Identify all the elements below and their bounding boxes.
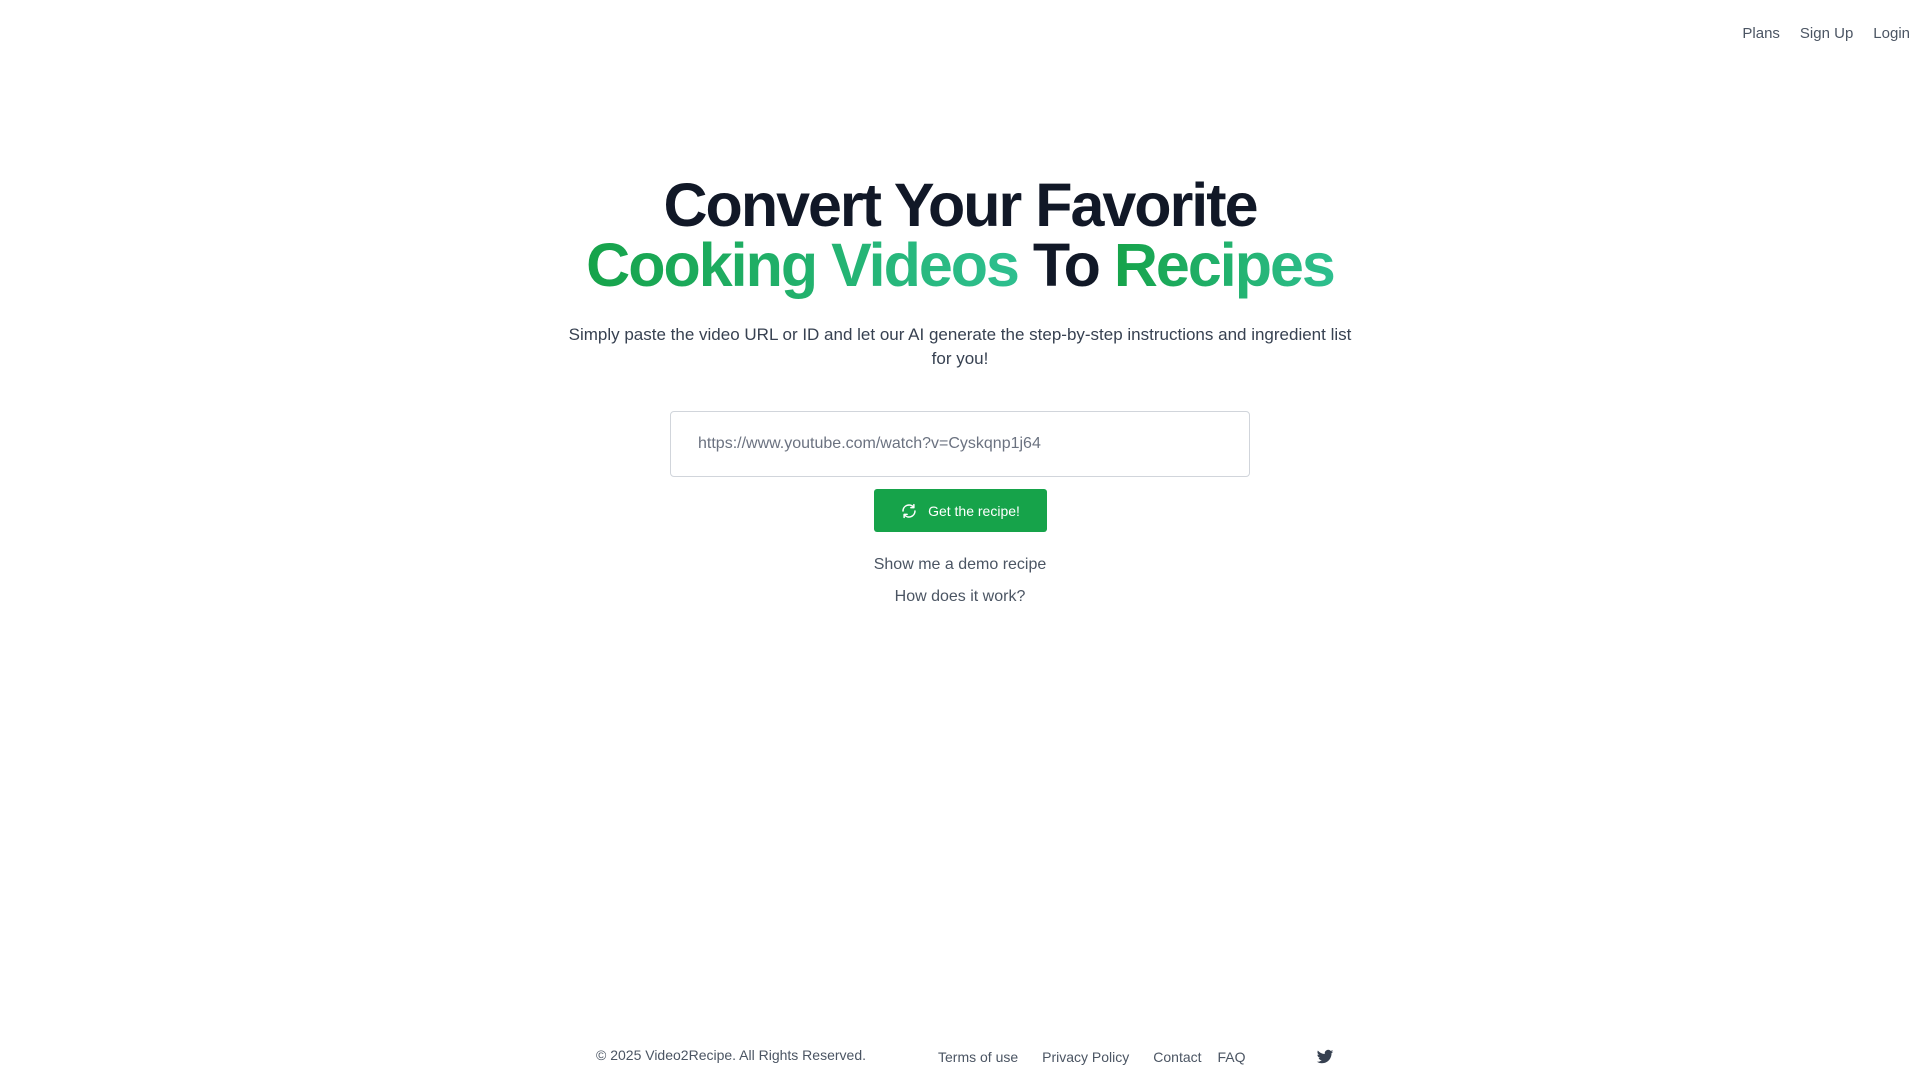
refresh-icon	[900, 502, 918, 520]
footer-contact-link[interactable]: Contact	[1153, 1049, 1201, 1065]
headline-recipes: Recipes	[1113, 231, 1336, 299]
headline-cooking-videos: Cooking Videos	[586, 231, 1020, 299]
footer-links: Terms of use Privacy Policy Contact FAQ	[938, 1049, 1246, 1065]
headline-line-2: Cooking Videos To Recipes	[0, 235, 1920, 296]
hero-section: Convert Your Favorite Cooking Videos To …	[0, 175, 1920, 606]
footer-faq-link[interactable]: FAQ	[1218, 1049, 1246, 1065]
get-recipe-button[interactable]: Get the recipe!	[873, 489, 1047, 532]
footer-privacy-link[interactable]: Privacy Policy	[1042, 1049, 1129, 1065]
hero-subtitle: Simply paste the video URL or ID and let…	[568, 325, 1352, 368]
footer-copyright: © 2025 Video2Recipe. All Rights Reserved…	[596, 1047, 866, 1063]
video-url-input[interactable]	[670, 411, 1250, 477]
twitter-icon[interactable]	[1316, 1048, 1334, 1066]
page-title: Convert Your Favorite Cooking Videos To …	[0, 171, 1920, 296]
get-recipe-button-label: Get the recipe!	[928, 502, 1020, 519]
nav-plans-link[interactable]: Plans	[1742, 25, 1780, 42]
top-navigation: Plans Sign Up Login	[1742, 0, 1920, 66]
nav-signup-link[interactable]: Sign Up	[1800, 25, 1853, 42]
footer-terms-link[interactable]: Terms of use	[938, 1049, 1018, 1065]
nav-login-link[interactable]: Login	[1873, 25, 1910, 42]
footer: © 2025 Video2Recipe. All Rights Reserved…	[0, 1043, 1920, 1073]
demo-recipe-link[interactable]: Show me a demo recipe	[874, 556, 1047, 574]
headline-to: To	[1017, 231, 1114, 299]
how-it-works-link[interactable]: How does it work?	[895, 588, 1026, 606]
headline-line-1: Convert Your Favorite	[663, 171, 1259, 239]
